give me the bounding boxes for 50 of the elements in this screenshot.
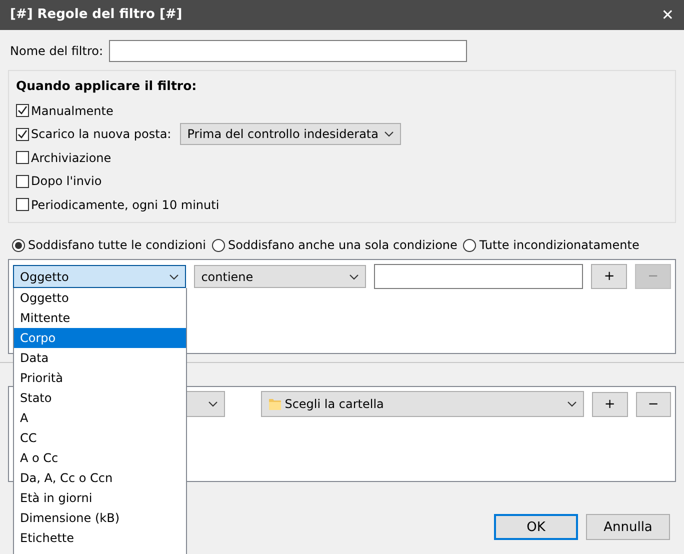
option-label: Archiviazione <box>31 150 112 166</box>
folder-select[interactable]: Scegli la cartella <box>260 391 584 418</box>
radio-label: Soddisfano tutte le condizioni <box>28 237 206 254</box>
option-label: Periodicamente, ogni 10 minuti <box>31 196 220 214</box>
add-button[interactable]: + <box>591 264 628 290</box>
chevron-icon <box>567 401 578 408</box>
dropdown-item[interactable]: Età in giorni <box>14 488 186 508</box>
dropdown-item[interactable]: Dimensione (kB) <box>14 508 186 528</box>
dropdown-item[interactable]: Etichette <box>14 528 186 548</box>
option-label: Dopo l'invio <box>31 173 102 190</box>
filter-name-field[interactable] <box>109 40 468 62</box>
checkbox[interactable] <box>16 174 29 188</box>
checkbox[interactable] <box>16 151 29 164</box>
radio-label: Soddisfano anche una sola condizione <box>228 237 458 254</box>
dropdown-item[interactable]: Oggetto <box>14 288 186 308</box>
dropdown-item[interactable]: Stato <box>14 388 186 408</box>
dropdown-item[interactable]: Priorità <box>14 368 186 388</box>
radio-button[interactable] <box>212 238 225 252</box>
option-label: Manualmente <box>31 102 114 120</box>
operator-select[interactable]: contiene <box>194 265 366 288</box>
radio-button[interactable] <box>463 238 476 252</box>
remove-button[interactable]: − <box>636 392 672 417</box>
group-title: Quando applicare il filtro: <box>16 77 198 95</box>
dialog-button[interactable]: OK <box>494 514 578 540</box>
chevron-icon <box>384 131 394 137</box>
dialog-button[interactable]: Annulla <box>586 514 670 540</box>
dropdown-item[interactable]: Corpo <box>14 328 186 348</box>
chevron-icon <box>349 274 360 280</box>
dropdown-item[interactable]: Da, A, Cc o Ccn <box>14 468 186 488</box>
dropdown-item[interactable]: A o Cc <box>14 448 186 468</box>
window-title: [#] Regole del filtro [#] <box>10 6 182 24</box>
close-button[interactable]: ✕ <box>661 4 674 26</box>
radio-button[interactable] <box>12 238 25 252</box>
folder-icon <box>268 397 282 412</box>
checkbox[interactable] <box>16 128 29 140</box>
condition-value-field[interactable] <box>374 264 584 290</box>
add-button[interactable]: + <box>592 392 628 417</box>
dropdown-item[interactable]: A <box>14 408 186 428</box>
dropdown-item[interactable]: CC <box>14 428 186 448</box>
dropdown-item[interactable]: Mittente <box>14 308 186 328</box>
field-label: Nome del filtro: <box>10 43 104 60</box>
dropdown-item[interactable]: Data <box>14 348 186 368</box>
checkbox[interactable] <box>16 104 29 117</box>
chevron-icon <box>208 401 218 408</box>
timing-select[interactable]: Prima del controllo indesiderata <box>180 123 402 145</box>
checkbox[interactable] <box>16 198 29 211</box>
radio-label: Tutte incondizionatamente <box>479 237 640 254</box>
chevron-icon <box>169 274 180 280</box>
field-select[interactable]: Oggetto <box>13 265 186 288</box>
option-label: Scarico la nuova posta: <box>31 126 172 143</box>
